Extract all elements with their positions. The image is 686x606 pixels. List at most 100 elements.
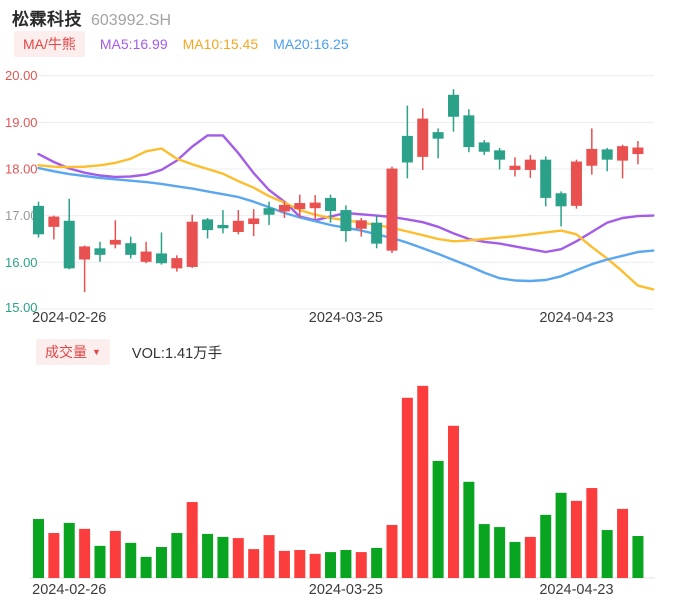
volume-bar [48,533,60,578]
y-axis-label: 20.00 [5,68,38,83]
volume-bar [386,524,398,578]
volume-bar [524,536,536,578]
candle-body [494,150,506,160]
x-axis-label: 2024-03-25 [308,582,383,598]
volume-bar [447,425,459,578]
stock-name: 松霖科技 [12,10,82,29]
volume-x-axis: 2024-02-26 2024-03-25 2024-04-23 [0,582,686,602]
volume-bar [186,502,198,578]
volume-bar [601,530,613,578]
candle-body [617,146,629,161]
candle-body [309,202,321,209]
volume-bar [463,481,475,578]
volume-bar [232,538,244,578]
x-axis-label: 2024-04-23 [539,310,614,326]
candle-body [601,149,613,160]
price-legend-row: MA/牛熊 MA5:16.99 MA10:15.45 MA20:16.25 [14,31,349,57]
candle-body [109,239,121,245]
candle-body [570,161,582,206]
candle-body [325,197,337,211]
candle-body [217,224,229,229]
candle-body [463,115,475,148]
ma20-legend-value: MA20:16.25 [273,36,349,52]
volume-bar [417,385,429,578]
candle-body [555,193,567,207]
candle-body [263,208,275,215]
volume-bar [586,488,598,578]
candle-body [417,118,429,157]
volume-bar [248,549,260,578]
candle-body [540,159,552,198]
volume-bar [217,536,229,578]
volume-bar [371,547,383,578]
volume-bar [33,519,44,578]
candle-body [401,135,413,163]
chevron-down-icon: ▼ [92,347,101,357]
candle-body [340,210,352,232]
volume-bar [617,508,629,578]
header: 松霖科技 603992.SH [12,5,171,30]
candle-body [586,148,598,166]
x-axis-label: 2024-02-26 [32,310,107,326]
volume-bar [401,397,413,578]
volume-bar [171,533,183,578]
volume-bar [432,460,444,578]
candle-body [171,258,183,269]
candle-body [509,165,521,170]
candle-body [478,142,490,152]
volume-bar [555,492,567,578]
candle-body [125,243,137,255]
volume-bar [155,547,167,578]
candle-body [140,251,152,262]
candle-body [33,205,44,235]
volume-bar [494,527,506,578]
volume-legend-row: 成交量 ▼ VOL:1.41万手 [36,339,222,365]
volume-bar [202,533,214,578]
candle-body [278,204,290,212]
indicator-selector-button[interactable]: MA/牛熊 [14,31,85,57]
candle-body [355,220,367,229]
candle-body [432,132,444,139]
volume-selector-button[interactable]: 成交量 ▼ [36,339,110,365]
x-axis-label: 2024-04-23 [539,582,614,598]
volume-bar [125,542,137,578]
candle-body [94,248,106,255]
candle-body [524,159,536,170]
volume-selector-label: 成交量 [45,344,87,360]
volume-value-label: VOL:1.41万手 [131,345,223,362]
volume-bar [355,552,367,578]
x-axis-label: 2024-03-25 [308,310,383,326]
volume-bar [570,500,582,578]
candle-body [447,94,459,117]
volume-bar [340,550,352,578]
candle-body [386,168,398,251]
price-x-axis: 2024-02-26 2024-03-25 2024-04-23 [0,310,686,330]
candle-body [63,220,75,269]
candle-body [371,222,383,244]
volume-bar [94,545,106,578]
volume-bar-chart[interactable] [0,370,686,582]
volume-bar [540,514,552,578]
y-axis-label: 19.00 [5,115,38,130]
volume-bar [63,522,75,578]
volume-bar [325,552,337,578]
x-axis-label: 2024-02-26 [32,582,107,598]
candle-body [248,218,260,225]
volume-bar [278,550,290,578]
candle-body [186,221,198,267]
stock-code: 603992.SH [91,12,172,29]
price-candlestick-chart[interactable]: 20.0019.0018.0017.0016.0015.00 [0,58,686,314]
volume-bar [309,553,321,578]
y-axis-label: 17.00 [5,208,38,223]
volume-bar [294,550,306,578]
volume-bar [140,556,152,578]
volume-bar [109,530,121,578]
ma5-legend-value: MA5:16.99 [99,36,168,52]
candle-body [232,220,244,232]
y-axis-label: 18.00 [5,162,38,177]
candle-body [294,203,306,210]
candle-body [48,216,60,227]
volume-bar [632,536,644,578]
candle-body [79,246,91,260]
candle-body [632,147,644,155]
